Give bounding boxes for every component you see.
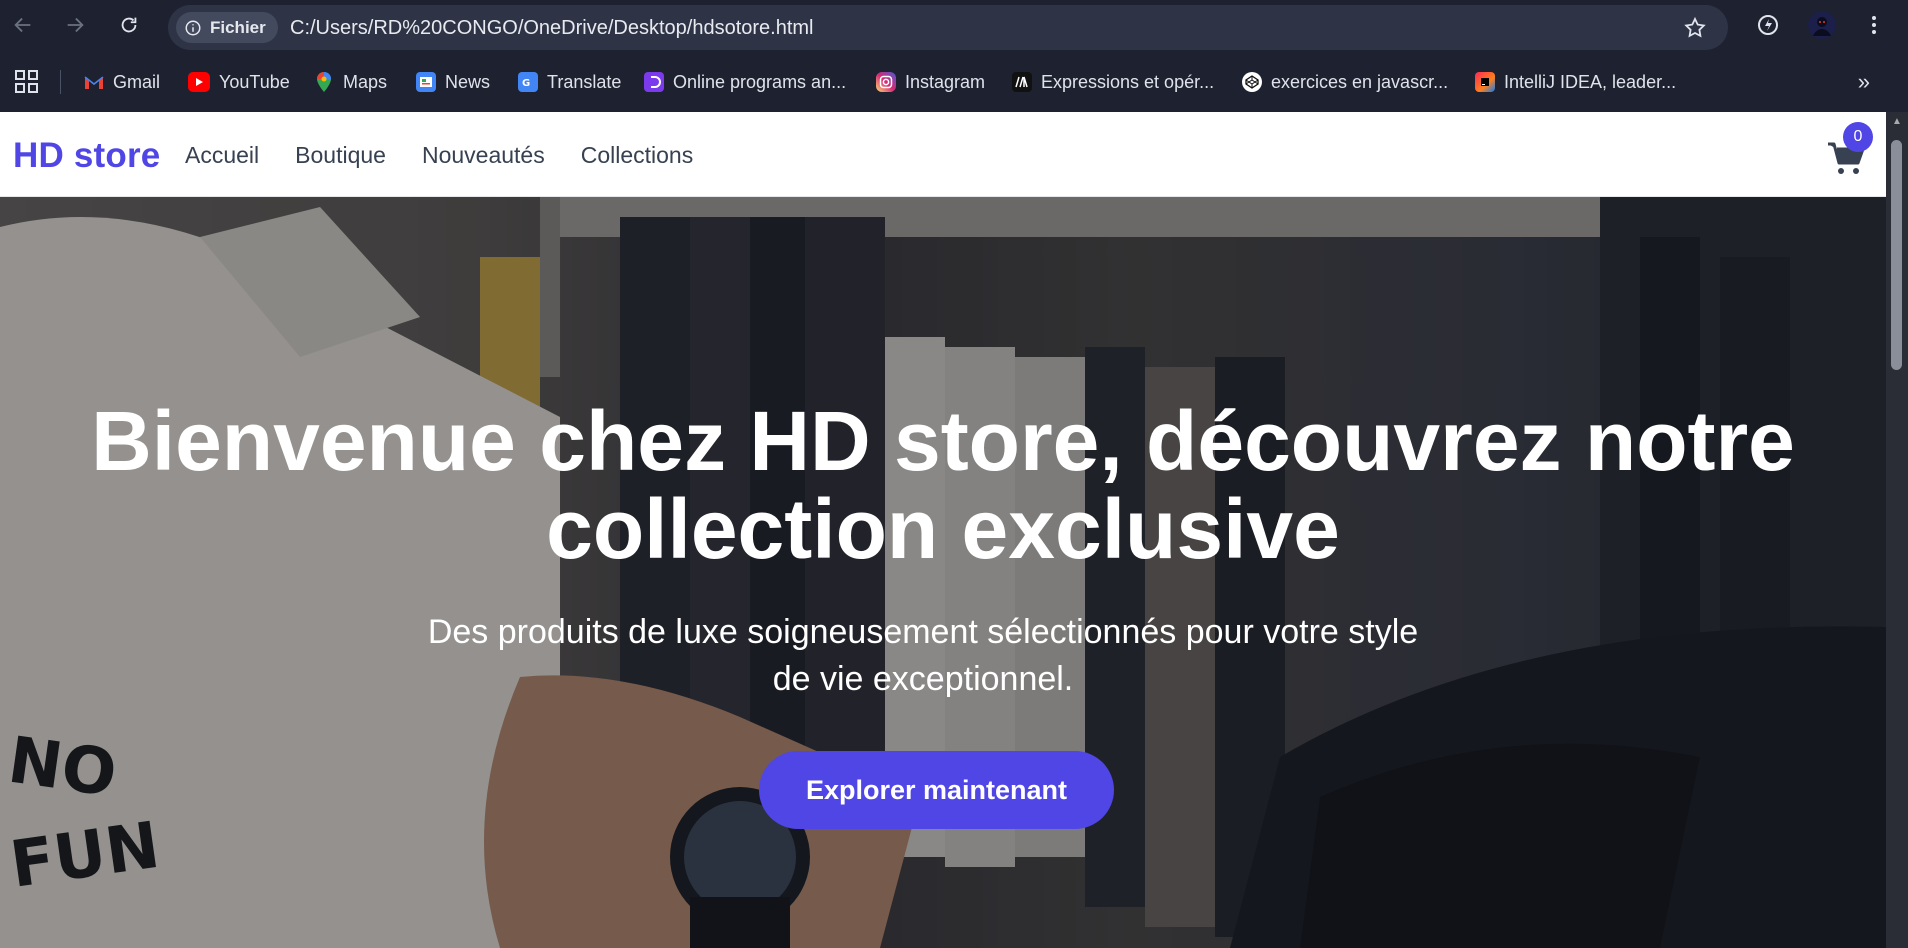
site-nav: Accueil Boutique Nouveautés Collections: [185, 142, 693, 169]
scrollbar-thumb[interactable]: [1891, 140, 1902, 370]
page-scrollbar[interactable]: ▲: [1886, 112, 1908, 948]
bookmark-gmail[interactable]: Gmail: [84, 68, 160, 96]
back-arrow-icon: [14, 17, 31, 33]
bookmarks-divider: [60, 70, 61, 94]
forward-button[interactable]: [60, 10, 90, 40]
apps-grid-icon[interactable]: [14, 69, 40, 95]
hero-title: Bienvenue chez HD store, découvrez notre…: [91, 394, 1795, 576]
bookmark-label: Online programs an...: [673, 71, 847, 92]
browser-menu-button[interactable]: [1858, 9, 1890, 41]
info-icon: [185, 20, 201, 35]
bookmark-instagram[interactable]: Instagram: [876, 68, 985, 96]
translate-icon: G: [518, 72, 538, 92]
kebab-menu-icon: [1872, 16, 1876, 34]
bookmark-news[interactable]: News: [416, 68, 490, 96]
site-chip-label: Fichier: [210, 17, 266, 37]
bookmark-label: Maps: [343, 71, 388, 92]
bookmarks-bar: Gmail YouTube Maps News G Translate Onli…: [0, 52, 1908, 112]
expressions-icon: [1012, 72, 1032, 92]
bookmark-translate[interactable]: G Translate: [518, 68, 621, 96]
back-button[interactable]: [8, 10, 38, 40]
bookmark-label: Gmail: [113, 71, 161, 92]
bookmark-maps[interactable]: Maps: [314, 68, 387, 96]
nav-link-collections[interactable]: Collections: [581, 142, 694, 169]
codepen-icon: [1242, 72, 1262, 92]
hero-section: NO FUN Bienvenue chez HD store, découvre…: [0, 197, 1886, 948]
nav-link-boutique[interactable]: Boutique: [295, 142, 386, 169]
nav-link-accueil[interactable]: Accueil: [185, 142, 259, 169]
bookmark-youtube[interactable]: YouTube: [188, 68, 290, 96]
performance-button[interactable]: [1752, 9, 1784, 41]
maps-icon: [314, 72, 334, 92]
bookmark-label: News: [445, 71, 491, 92]
nav-link-nouveautes[interactable]: Nouveautés: [422, 142, 545, 169]
star-icon: [1684, 16, 1706, 38]
browser-toolbar: Fichier C:/Users/RD%20CONGO/OneDrive/Des…: [0, 0, 1908, 52]
bookmark-codepen[interactable]: exercices en javascr...: [1242, 68, 1448, 96]
bookmark-star-button[interactable]: [1680, 13, 1710, 43]
bookmark-label: IntelliJ IDEA, leader...: [1504, 71, 1677, 92]
site-header: HD store Accueil Boutique Nouveautés Col…: [0, 112, 1886, 197]
more-bookmarks-chevron-icon[interactable]: »: [1858, 69, 1870, 95]
reload-button[interactable]: [114, 10, 144, 40]
reload-icon: [121, 17, 137, 33]
site-info-chip[interactable]: Fichier: [176, 12, 278, 43]
address-bar[interactable]: Fichier C:/Users/RD%20CONGO/OneDrive/Des…: [168, 5, 1728, 50]
explore-now-button[interactable]: Explorer maintenant: [759, 751, 1114, 829]
online-programs-icon: [644, 72, 664, 92]
avatar-icon: [1808, 11, 1836, 39]
svg-text:G: G: [522, 78, 530, 89]
profile-avatar[interactable]: [1806, 9, 1838, 41]
youtube-icon: [188, 72, 210, 92]
url-text[interactable]: C:/Users/RD%20CONGO/OneDrive/Desktop/hds…: [290, 17, 814, 40]
gmail-icon: [84, 72, 104, 92]
bookmark-label: exercices en javascr...: [1271, 71, 1449, 92]
bookmark-expressions[interactable]: Expressions et opér...: [1012, 68, 1214, 96]
bookmark-label: Expressions et opér...: [1041, 71, 1215, 92]
scroll-up-arrow-icon[interactable]: ▲: [1891, 116, 1903, 128]
cart-count-badge: 0: [1843, 122, 1873, 152]
bookmark-label: YouTube: [219, 71, 290, 92]
site-logo[interactable]: HD store: [13, 136, 160, 176]
bookmark-label: Translate: [547, 71, 622, 92]
intellij-icon: [1475, 72, 1495, 92]
page-viewport: HD store Accueil Boutique Nouveautés Col…: [0, 112, 1886, 948]
instagram-icon: [876, 72, 896, 92]
bookmark-intellij[interactable]: IntelliJ IDEA, leader...: [1475, 68, 1676, 96]
hero-subtitle: Des produits de luxe soigneusement sélec…: [427, 613, 1419, 698]
forward-arrow-icon: [67, 17, 84, 33]
bookmark-online-programs[interactable]: Online programs an...: [644, 68, 846, 96]
performance-icon: [1758, 15, 1778, 35]
news-icon: [416, 72, 436, 92]
bookmark-label: Instagram: [905, 71, 986, 92]
